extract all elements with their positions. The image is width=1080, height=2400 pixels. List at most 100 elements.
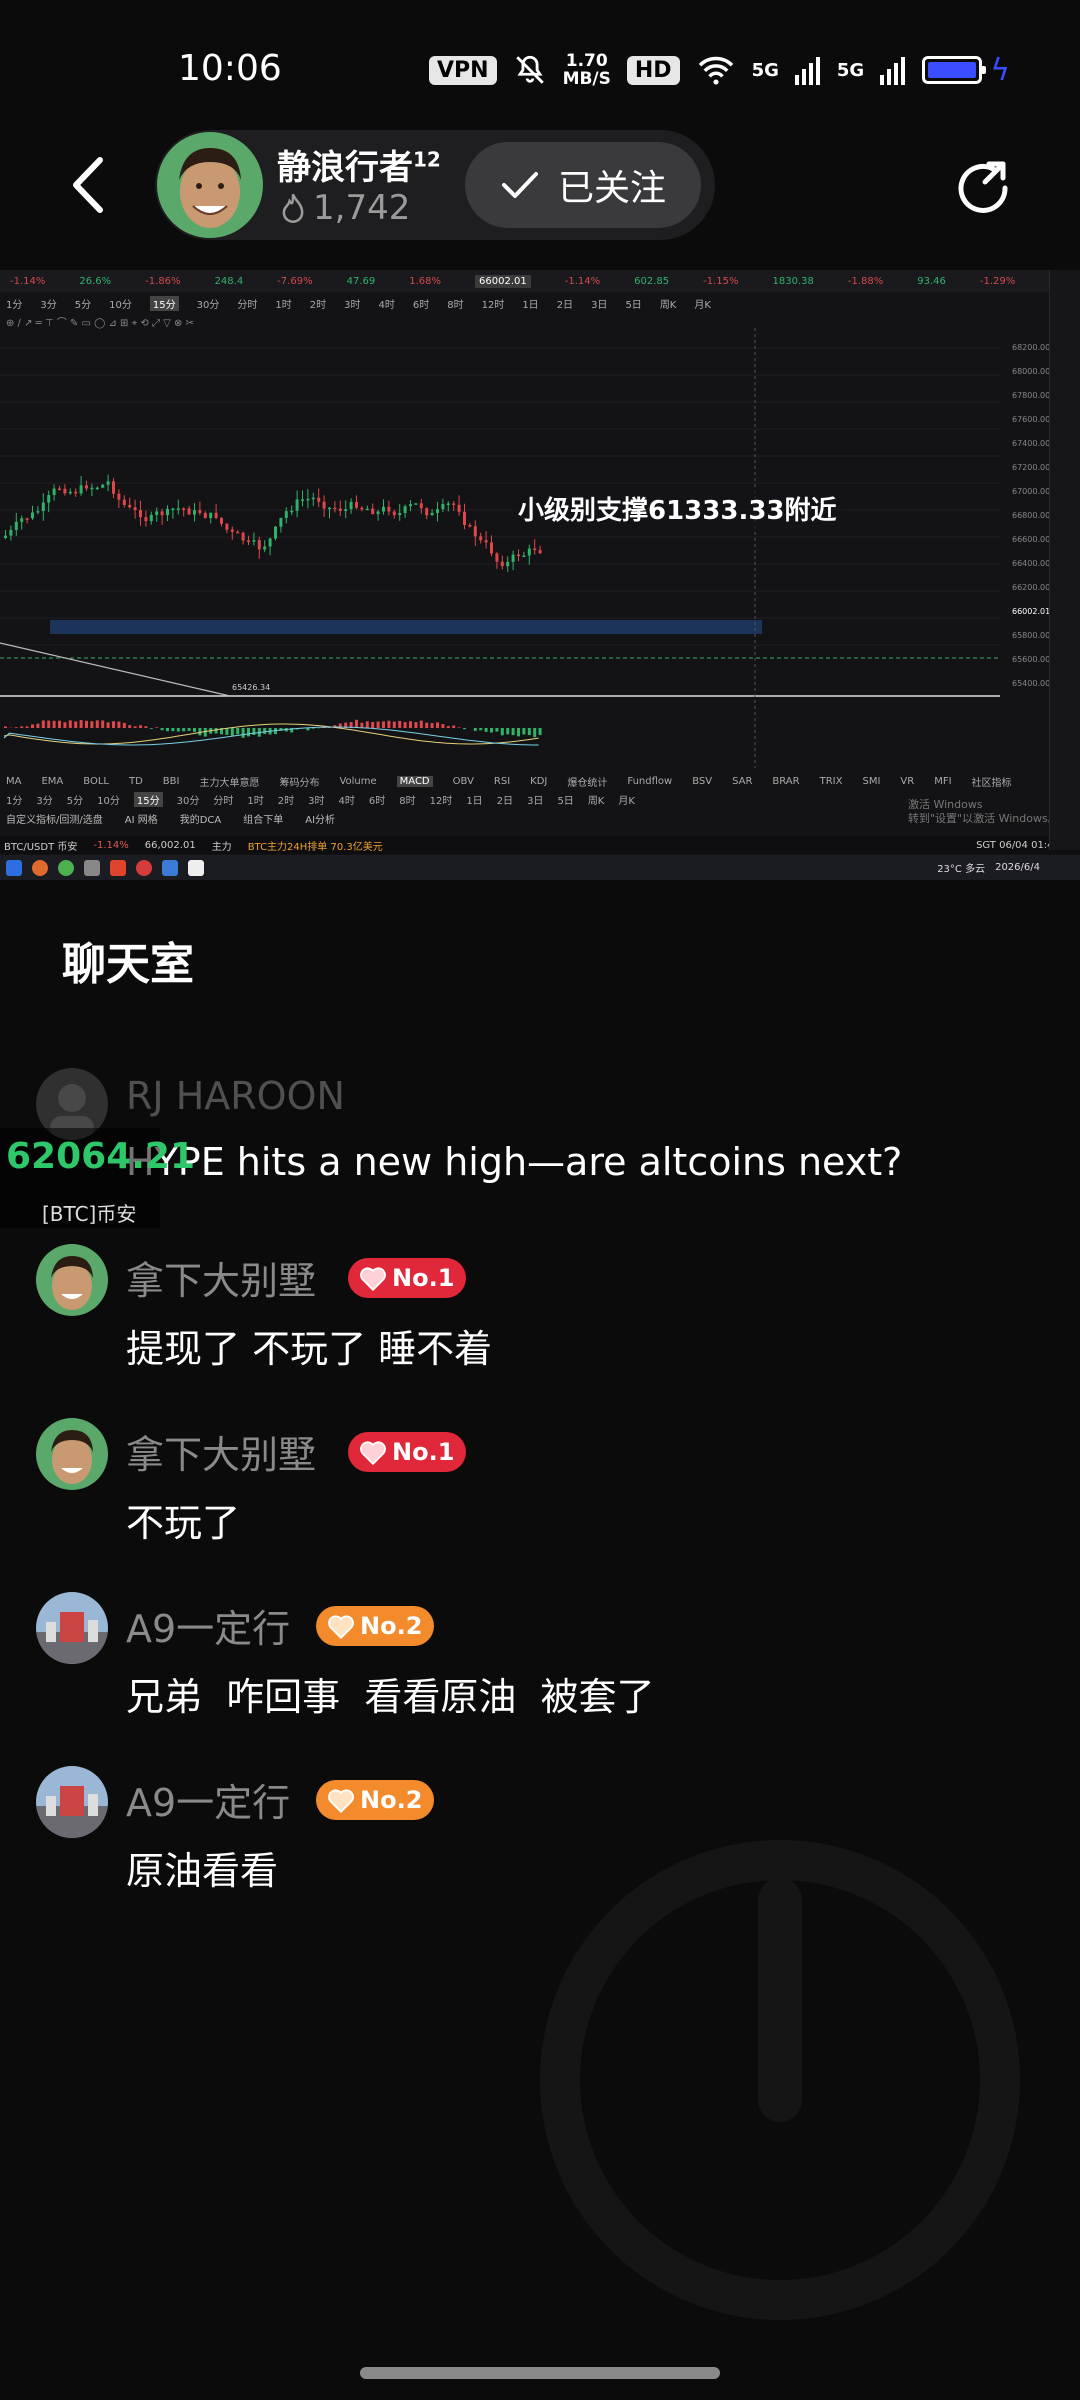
price-axis-label: 65800.00 — [1012, 631, 1050, 640]
candle-body — [425, 508, 429, 516]
ticker-item: 1830.38 — [772, 275, 814, 287]
candle-body — [328, 507, 331, 510]
network-speed: 1.70 MB/S — [562, 51, 611, 89]
macd-bar — [311, 728, 315, 729]
macd-bar — [58, 720, 61, 728]
user-avatar[interactable] — [36, 1592, 108, 1664]
price-axis-label: 67400.00 — [1012, 439, 1050, 448]
app-icon — [84, 859, 100, 876]
price-axis-label: 66002.01 — [1012, 607, 1050, 616]
macd-bar — [365, 721, 369, 728]
candle-body — [144, 517, 148, 522]
candle-body — [241, 532, 245, 541]
username: A9一定行 — [126, 1781, 291, 1825]
app-icon-4 — [162, 859, 178, 876]
macd-bar — [155, 727, 159, 728]
macd-bar — [171, 728, 175, 732]
candle-body — [263, 546, 267, 550]
candle-body — [122, 499, 126, 505]
candle-body — [85, 485, 88, 489]
price-axis-label: 66200.00 — [1012, 583, 1050, 592]
candle-body — [139, 510, 142, 518]
candle-body — [484, 540, 488, 543]
indicator-item: RSI — [493, 775, 511, 787]
battery-icon — [922, 56, 987, 84]
signal-5g-icon-2: 5G — [836, 59, 865, 81]
candle-body — [468, 524, 472, 527]
timeframe-item: 3日 — [591, 299, 608, 311]
timeframe-item: 4时 — [378, 299, 395, 311]
macd-bar — [355, 719, 358, 728]
indicator-item: KDJ — [530, 775, 548, 787]
indicator-item: TRIX — [819, 775, 843, 787]
back-button[interactable] — [64, 150, 114, 220]
timeframe-item: 2时 — [277, 795, 295, 807]
candle-body — [128, 504, 132, 508]
candle-body — [495, 553, 499, 562]
candle-body — [203, 512, 207, 519]
ticker-item: 66002.01 — [475, 274, 531, 288]
macd-bar — [403, 722, 407, 728]
taskbar-date: 2026/6/4 — [995, 862, 1040, 873]
share-icon[interactable] — [955, 158, 1011, 214]
host-avatar[interactable] — [157, 132, 263, 238]
follow-button[interactable]: 已关注 — [465, 142, 701, 228]
macd-bar — [166, 728, 169, 732]
indicator-item: BBI — [162, 775, 180, 787]
macd-bar — [182, 728, 186, 732]
macd-bar — [527, 728, 531, 736]
macd-bar — [52, 720, 56, 728]
macd-bar — [241, 728, 245, 738]
heat-count: 1,742 — [279, 188, 410, 228]
heart-icon — [328, 1789, 354, 1813]
macd-bar — [479, 728, 483, 731]
macd-bar — [452, 725, 456, 728]
timeframe-item: 8时 — [399, 795, 416, 807]
macd-bar — [63, 722, 67, 728]
host-profile-card[interactable]: 静浪行者12 1,742 已关注 — [155, 130, 715, 240]
price-axis-label: 66800.00 — [1012, 511, 1050, 520]
indicator-item: MACD — [396, 775, 433, 787]
screen-share-video[interactable]: -1.14% 26.6% -1.86% 248.4 -7.69% 47.69 1.68% 66… — [0, 270, 1080, 880]
candle-body — [382, 506, 385, 512]
candle-body — [176, 508, 180, 510]
user-avatar[interactable] — [36, 1766, 108, 1838]
user-avatar[interactable] — [36, 1418, 108, 1490]
candle-body — [290, 510, 294, 513]
macd-bar — [36, 723, 40, 728]
ticker-item: -1.14% — [10, 275, 46, 287]
macd-bar — [4, 726, 7, 728]
timeframe-item: 30分 — [176, 795, 200, 807]
candle-body — [106, 481, 110, 485]
macd-bar — [371, 722, 375, 728]
macd-bar — [112, 721, 115, 728]
user-avatar[interactable] — [36, 1244, 108, 1316]
macd-bar — [398, 720, 402, 728]
price-axis-label: 67600.00 — [1012, 415, 1050, 424]
candle-body — [517, 554, 520, 557]
timeframe-item: 6时 — [412, 299, 430, 311]
price-axis-label: 65600.00 — [1012, 655, 1050, 664]
candle-body — [403, 506, 407, 513]
macd-bar — [79, 720, 83, 728]
macd-bar — [387, 720, 391, 728]
heart-icon — [328, 1615, 354, 1639]
macd-bar — [225, 728, 229, 735]
macd-bar — [382, 721, 385, 728]
signal-bars-icon — [794, 57, 820, 85]
mute-bell-icon — [515, 55, 544, 84]
timeframe-item: 2日 — [556, 299, 574, 311]
macd-bar — [144, 726, 148, 728]
macd-bar — [139, 725, 142, 728]
ticker-item: -7.69% — [277, 275, 313, 287]
candle-body — [220, 517, 223, 524]
heart-icon — [360, 1441, 386, 1465]
candle-body — [479, 536, 483, 541]
macd-bar — [85, 720, 88, 728]
home-indicator[interactable] — [360, 2367, 720, 2379]
macd-bar — [463, 728, 466, 730]
username: RJ HAROON — [126, 1074, 345, 1118]
candle-body — [344, 509, 348, 512]
candle-body — [500, 561, 504, 567]
price-widget[interactable]: 62064.21 [BTC]币安 — [0, 1128, 195, 1228]
